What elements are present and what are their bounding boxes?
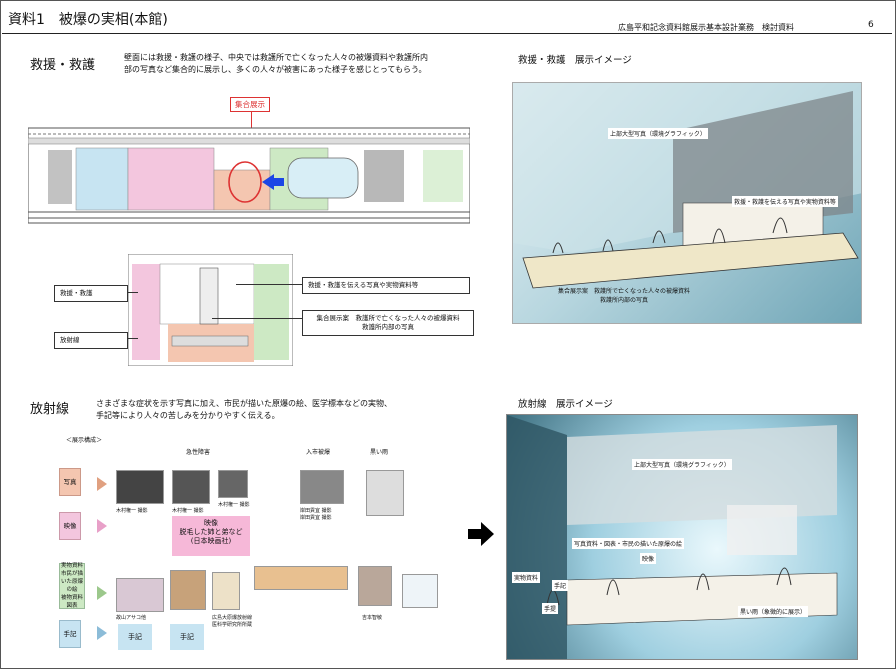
category-notes: 手記 xyxy=(59,620,81,648)
radiation-image-label-black-rain: 黒い雨（象徴的に展示） xyxy=(738,606,809,617)
arrow-notes xyxy=(97,626,107,640)
video-box-line-1: 映像 xyxy=(204,519,218,527)
photo-thumb-5 xyxy=(366,470,404,516)
video-box-line-3: (日本映画社) xyxy=(190,537,232,545)
rescue-description-line-2: 部の写真など集合的に展示し、多くの人々が被害にあった様子を感じとってもらう。 xyxy=(124,65,427,74)
photo-thumb-3 xyxy=(218,470,248,498)
floor-plan xyxy=(28,127,470,224)
section-heading-rescue: 救援・救護 xyxy=(30,58,96,73)
arrow-photo xyxy=(97,477,107,491)
arrow-video xyxy=(97,519,107,533)
object-caption-4: 吉本智敏 xyxy=(362,615,383,621)
document-title: 資料1 被爆の実相(本館) xyxy=(8,12,168,28)
radiation-exhibit-image xyxy=(506,414,858,660)
category-video: 映像 xyxy=(59,512,81,540)
rescue-image-label-right: 救援・救護を伝える写真や実物資料等 xyxy=(732,196,838,207)
radiation-image-label-video: 映像 xyxy=(640,553,657,564)
radiation-image-label-middle: 写真資料・図表・市民の描いた原爆の絵 xyxy=(572,538,685,549)
callout-wall-photos: 救援・救護を伝える写真や実物資料等 xyxy=(302,277,470,294)
object-caption-1: 故山アサコ他 xyxy=(116,615,147,621)
rescue-image-title: 救援・救護 展示イメージ xyxy=(518,55,632,66)
callout-radiation: 放射線 xyxy=(54,332,128,349)
photo-caption-4: 岸田貢宜 撮影 岸田貢宜 撮影 xyxy=(300,508,332,521)
video-box: 映像 脱毛した姉と弟など (日本映画社) xyxy=(172,516,250,556)
radiation-image-title: 放射線 展示イメージ xyxy=(518,399,613,410)
rescue-description: 壁面には救援・救護の様子、中央では救護所で亡くなった人々の被爆資料や救護所内 部… xyxy=(124,52,494,76)
radiation-description-line-1: さまざまな症状を示す写真に加え、市民が描いた原爆の絵、医学標本などの実物、 xyxy=(96,399,392,408)
callout-wall-photos-leader xyxy=(236,284,302,285)
callout-rescue-leader xyxy=(128,292,138,293)
photo-caption-3: 木村権一 撮影 xyxy=(218,502,250,508)
photo-thumb-1 xyxy=(116,470,164,504)
callout-collective-line-2: 救護所内部の写真 xyxy=(362,323,414,331)
big-arrow-icon xyxy=(468,522,494,546)
radiation-image-label-top: 上部大型写真（環境グラフィック） xyxy=(632,459,732,470)
header-divider xyxy=(2,33,892,34)
photo-thumb-2 xyxy=(172,470,210,504)
object-thumb-3 xyxy=(212,572,240,610)
plan-callout-label: 集合展示 xyxy=(230,97,270,112)
photo-caption-2: 木村権一 撮影 xyxy=(172,508,204,514)
radiation-description-line-2: 手記等により人々の苦しみを分かりやすく伝える。 xyxy=(96,411,280,420)
section-heading-radiation: 放射線 xyxy=(30,402,70,417)
callout-collective: 集合展示案 救護所で亡くなった人々の被爆資料 救護所内部の写真 xyxy=(302,310,474,336)
zoomed-plan xyxy=(128,254,293,366)
object-thumb-6 xyxy=(402,574,438,608)
object-thumb-5 xyxy=(358,566,392,606)
object-caption-3: 広島大原爆放射線 医科学研究所所蔵 xyxy=(212,615,253,628)
column-header-black-rain: 黒い雨 xyxy=(370,449,389,456)
arrow-objects xyxy=(97,586,107,600)
photo-thumb-4 xyxy=(300,470,344,504)
column-header-acute: 急性障害 xyxy=(186,449,211,456)
callout-radiation-leader xyxy=(128,338,138,339)
callout-collective-leader xyxy=(212,318,302,319)
callout-rescue: 救援・救護 xyxy=(54,285,128,302)
rescue-image-label-bottom-1: 集合展示案 救護所で亡くなった人々の被爆資料 xyxy=(558,288,691,295)
category-objects: 実物資料 市民が描いた原爆の絵 被物資料 図表 xyxy=(59,563,85,609)
composition-title: ＜展示構成＞ xyxy=(66,437,103,444)
object-thumb-4 xyxy=(254,566,348,590)
object-thumb-1 xyxy=(116,578,164,612)
video-box-line-2: 脱毛した姉と弟など xyxy=(179,528,243,536)
radiation-image-label-note1: 手記 xyxy=(552,580,569,591)
rescue-image-label-bottom: 集合展示案 救護所で亡くなった人々の被爆資料 救護所内部の写真 xyxy=(558,286,690,304)
page-number: 6 xyxy=(868,20,874,30)
column-header-entry: 入市被爆 xyxy=(306,449,331,456)
radiation-image-label-objects: 実物資料 xyxy=(512,572,541,583)
rescue-image-label-bottom-2: 救護所内部の写真 xyxy=(600,297,649,304)
object-thumb-2 xyxy=(170,570,206,610)
photo-caption-1: 木村権一 撮影 xyxy=(116,508,148,514)
rescue-description-line-1: 壁面には救援・救護の様子、中央では救護所で亡くなった人々の被爆資料や救護所内 xyxy=(124,53,428,62)
rescue-image-label-top: 上部大型写真（環境グラフィック） xyxy=(608,128,708,139)
radiation-image-label-note2: 手提 xyxy=(542,603,559,614)
category-photo: 写真 xyxy=(59,468,81,496)
radiation-description: さまざまな症状を示す写真に加え、市民が描いた原爆の絵、医学標本などの実物、 手記… xyxy=(96,398,436,422)
note-box-1: 手記 xyxy=(118,624,152,650)
document-subtitle: 広島平和記念資料館展示基本設計業務 検討資料 xyxy=(618,23,794,32)
note-box-2: 手記 xyxy=(170,624,204,650)
callout-collective-line-1: 集合展示案 救護所で亡くなった人々の被爆資料 xyxy=(316,314,460,322)
